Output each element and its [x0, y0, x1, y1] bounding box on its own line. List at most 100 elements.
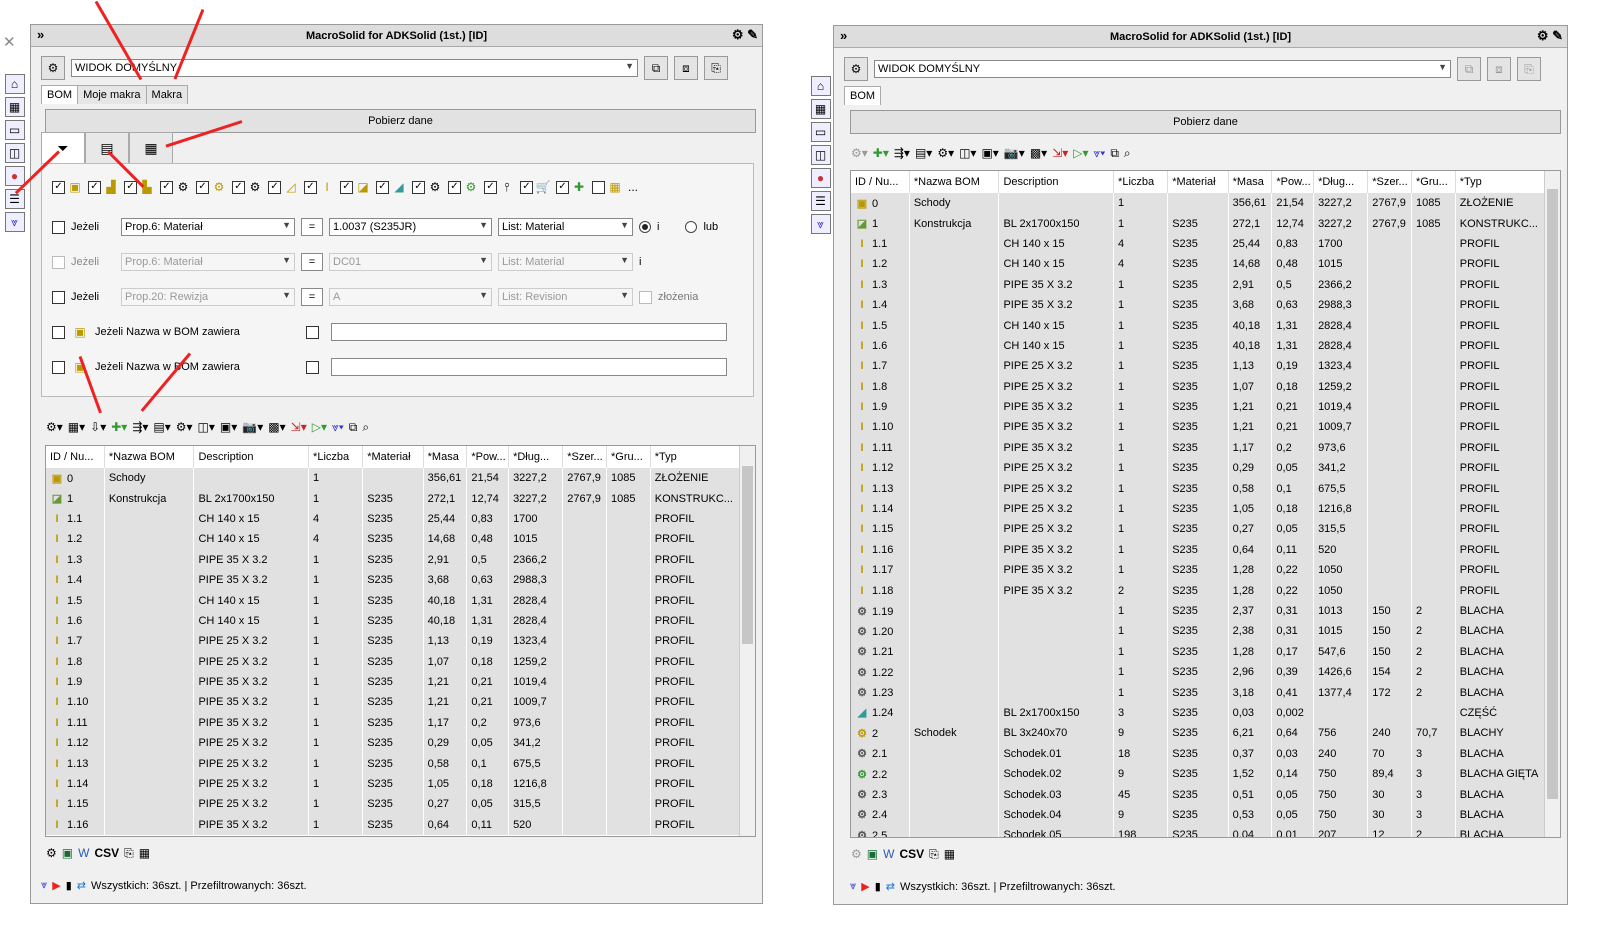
copy-view-button[interactable]: ⧉ — [1457, 57, 1481, 81]
table-row[interactable]: I 1.18 PIPE 35 X 3.2 2 S235 1,28 0,22 1050 PROFI… — [851, 580, 1560, 601]
folder-icon[interactable]: ▭ — [4, 120, 25, 140]
structure-dropdown-icon[interactable]: ⇶▾ — [893, 143, 911, 163]
name-filter-2-case-checkbox[interactable] — [306, 360, 319, 374]
gear-dropdown-icon[interactable]: ⚙▾ — [45, 417, 64, 437]
column-header[interactable]: *Szer... — [562, 446, 607, 468]
chevrons-down-icon[interactable]: ⩔ — [850, 880, 856, 893]
column-header[interactable]: *Liczba — [308, 446, 364, 468]
table-row[interactable]: I 1.17 PIPE 35 X 3.2 1 S235 1,28 0,22 1050 PROFI… — [851, 560, 1560, 581]
chevrons-dropdown-icon[interactable]: ⩔▾ — [331, 417, 345, 437]
table-row[interactable]: I 1.10 PIPE 35 X 3.2 1 S235 1,21 0,21 1009,7 PRO… — [46, 692, 755, 713]
column-header[interactable]: *Nazwa BOM — [909, 171, 1000, 193]
column-header[interactable]: *Pow... — [466, 446, 510, 468]
settings-button[interactable]: ⚙ — [844, 57, 868, 81]
paste-view-button[interactable]: ⎘ — [1517, 57, 1541, 81]
table-row[interactable]: ◪ 1 Konstrukcja BL 2x1700x150 1 S235 272,1 12,7… — [851, 213, 1560, 234]
csv-button[interactable]: CSV — [93, 843, 120, 863]
assembly-icon[interactable]: ◫ — [810, 145, 831, 165]
grouping-tab-icon[interactable]: ▤ — [85, 132, 129, 164]
column-header[interactable]: *Gru... — [606, 446, 651, 468]
merge-view-button[interactable]: ⧈ — [674, 56, 698, 80]
clipboard-icon[interactable]: ⎘ — [123, 843, 135, 863]
gear-dropdown-icon[interactable]: ⚙▾ — [850, 143, 869, 163]
table-row[interactable]: ⚙ 2.3 Schodek.03 45 S235 0,51 0,05 750 30 3 BLACHA — [851, 784, 1560, 805]
column-header[interactable]: ID / Nu... — [851, 171, 910, 193]
filter-3-operator[interactable]: = — [301, 288, 323, 306]
excel-icon[interactable]: ▣ — [61, 843, 74, 863]
table-row[interactable]: I 1.15 PIPE 25 X 3.2 1 S235 0,27 0,05 315,5 PROF… — [851, 519, 1560, 540]
table-row[interactable]: I 1.3 PIPE 35 X 3.2 1 S235 2,91 0,5 2366,2 PROFI… — [46, 549, 755, 570]
filter-3-value-select[interactable]: A ▼ — [329, 288, 492, 306]
table-row[interactable]: I 1.5 CH 140 x 15 1 S235 40,18 1,31 2828,4 PROFI… — [851, 315, 1560, 336]
left-grid-scrollbar[interactable] — [739, 446, 755, 836]
chevrons-down-icon[interactable]: ⩔ — [810, 214, 831, 234]
table-row[interactable]: ⚙ 1.21 1 S235 1,28 0,17 547,6 150 2 BLACHA — [851, 641, 1560, 662]
type-checkbox[interactable]: ✓ — [196, 180, 209, 194]
filter-1-property-select[interactable]: Prop.6: Materiał ▼ — [121, 218, 295, 236]
table-row[interactable]: ⚙ 1.20 1 S235 2,38 0,31 1015 150 2 BLACHA — [851, 621, 1560, 642]
book-icon[interactable]: ▮ — [875, 880, 881, 893]
excel-icon[interactable]: ▣ — [866, 844, 879, 864]
type-checkbox[interactable]: ✓ — [232, 180, 245, 194]
structure-dropdown-icon[interactable]: ⇶▾ — [131, 417, 149, 437]
table-row[interactable]: ⚙ 1.23 1 S235 3,18 0,41 1377,4 172 2 BLACHA — [851, 682, 1560, 703]
type-checkbox[interactable]: ✓ — [340, 180, 353, 194]
type-checkbox[interactable]: ✓ — [88, 180, 101, 194]
type-checkbox[interactable]: ✓ — [304, 180, 317, 194]
view-select[interactable]: WIDOK DOMYŚLNY ▼ — [71, 59, 638, 77]
qr-dropdown-icon[interactable]: ▩▾ — [1029, 143, 1048, 163]
name-filter-1-input[interactable] — [331, 323, 727, 341]
right-grid-scrollbar[interactable] — [1544, 171, 1560, 837]
type-checkbox[interactable]: ✓ — [376, 180, 389, 194]
play-dropdown-icon[interactable]: ▷▾ — [1072, 143, 1089, 163]
tab-macros[interactable]: Makra — [145, 85, 189, 104]
or-radio[interactable] — [685, 221, 698, 233]
clipboard-icon[interactable]: ⎘ — [928, 844, 940, 864]
bom-list-icon[interactable]: ☰ — [810, 191, 831, 211]
paste-view-button[interactable]: ⎘ — [704, 56, 728, 80]
table-row[interactable]: I 1.10 PIPE 35 X 3.2 1 S235 1,21 0,21 1009,7 PRO… — [851, 417, 1560, 438]
teamviewer-icon[interactable]: ⇄ — [886, 880, 895, 893]
column-header[interactable]: *Nazwa BOM — [104, 446, 195, 468]
export-dropdown-icon[interactable]: ▤▾ — [914, 143, 933, 163]
book-icon[interactable]: ▮ — [66, 879, 72, 892]
table-row[interactable]: ⚙ 2.1 Schodek.01 18 S235 0,37 0,03 240 70 3 BLACHA — [851, 743, 1560, 764]
table-row[interactable]: I 1.14 PIPE 25 X 3.2 1 S235 1,05 0,18 1216,8 PRO… — [851, 498, 1560, 520]
zoom-icon[interactable]: ⌕ — [361, 417, 370, 437]
csv-button[interactable]: CSV — [898, 844, 925, 864]
table-row[interactable]: I 1.1 CH 140 x 15 4 S235 25,44 0,83 1700 PROFIL — [46, 508, 755, 530]
table-tab-icon[interactable]: ▦ — [129, 132, 173, 164]
table-row[interactable]: I 1.15 PIPE 25 X 3.2 1 S235 0,27 0,05 315,5 PROF… — [46, 794, 755, 815]
parts-icon[interactable]: ▦ — [4, 97, 25, 117]
play-dropdown-icon[interactable]: ▷▾ — [311, 417, 328, 437]
type-checkbox[interactable]: ✓ — [520, 180, 533, 194]
gear-pin-icon[interactable]: ⚙ ✎ — [732, 27, 758, 43]
tab-bom[interactable]: BOM — [844, 86, 882, 105]
filter-1-list-select[interactable]: List: Material ▼ — [498, 218, 633, 236]
camera-dropdown-icon[interactable]: 📷▾ — [1003, 143, 1026, 163]
home-icon[interactable]: ⌂ — [4, 74, 25, 94]
camera-dropdown-icon[interactable]: 📷▾ — [241, 417, 264, 437]
gear-icon[interactable]: ⚙ — [850, 844, 863, 864]
table-row[interactable]: I 1.4 PIPE 35 X 3.2 1 S235 3,68 0,63 2988,3 PROF… — [46, 569, 755, 591]
table-row[interactable]: I 1.6 CH 140 x 15 1 S235 40,18 1,31 2828,4 PROFI… — [851, 335, 1560, 357]
gear-pin-icon[interactable]: ⚙ ✎ — [1537, 28, 1563, 44]
filter-3-list-select[interactable]: List: Revision ▼ — [498, 288, 633, 306]
table-row[interactable]: ⚙ 2.4 Schodek.04 9 S235 0,53 0,05 750 30 3 BLACHA — [851, 804, 1560, 826]
table-row[interactable]: I 1.13 PIPE 25 X 3.2 1 S235 0,58 0,1 675,5 PROFI… — [851, 478, 1560, 499]
get-data-button[interactable]: Pobierz dane — [45, 109, 756, 133]
merge-view-button[interactable]: ⧈ — [1487, 57, 1511, 81]
column-header[interactable]: Description — [998, 171, 1115, 193]
table-row[interactable]: I 1.11 PIPE 35 X 3.2 1 S235 1,17 0,2 973,6 PROFI… — [46, 712, 755, 734]
erp-dropdown-icon[interactable]: ✚▾ — [872, 143, 890, 163]
folder-icon[interactable]: ▭ — [810, 122, 831, 142]
table-row[interactable]: I 1.9 PIPE 35 X 3.2 1 S235 1,21 0,21 1019,4 PROF… — [851, 396, 1560, 418]
qr-dropdown-icon[interactable]: ▩▾ — [267, 417, 286, 437]
print-dropdown-icon[interactable]: ▣▾ — [980, 143, 999, 163]
columns-dropdown-icon[interactable]: ▦▾ — [67, 417, 86, 437]
print-dropdown-icon[interactable]: ▣▾ — [219, 417, 238, 437]
teamviewer-icon[interactable]: ⇄ — [77, 879, 86, 892]
type-checkbox[interactable]: ✓ — [160, 180, 173, 194]
table-row[interactable]: I 1.9 PIPE 35 X 3.2 1 S235 1,21 0,21 1019,4 PROF… — [46, 671, 755, 693]
erp-export-icon[interactable]: ▦ — [138, 843, 151, 863]
